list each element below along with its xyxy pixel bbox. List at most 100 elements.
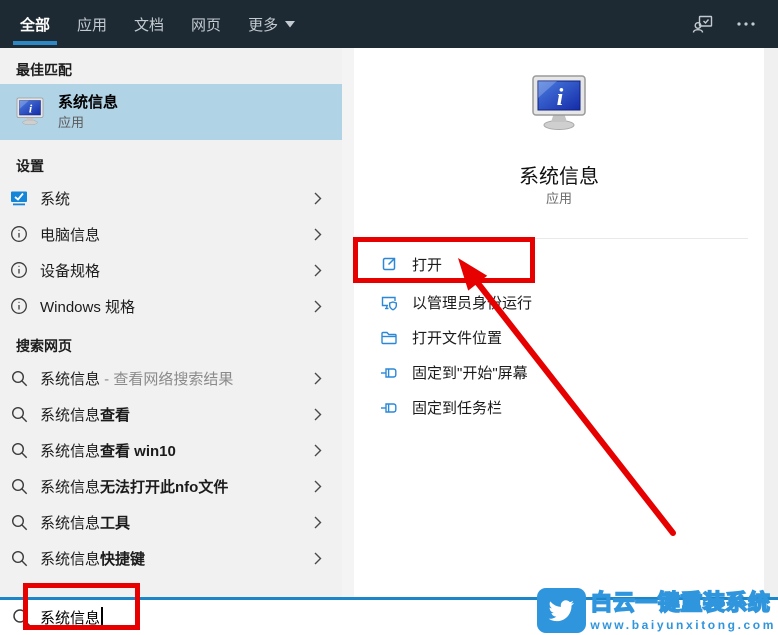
tab-more-label: 更多 <box>248 14 278 35</box>
tab-apps-label: 应用 <box>77 14 107 35</box>
suggestion-suffix: 查看 win10 <box>100 443 176 460</box>
suggestion-suffix: 查看 <box>100 407 130 424</box>
preview-app-subtitle: 应用 <box>354 188 764 204</box>
action-run-as-admin[interactable]: 以管理员身份运行 <box>354 285 764 320</box>
settings-result-label: Windows 规格 <box>40 296 314 317</box>
chevron-right-icon <box>314 480 322 493</box>
results-panel: 最佳匹配 i <box>0 48 342 597</box>
preview-app-title: 系统信息 <box>354 160 764 186</box>
watermark-url: www.baiyunxitong.com <box>590 618 776 632</box>
info-circle-icon <box>10 225 28 243</box>
tab-web[interactable]: 网页 <box>191 0 221 48</box>
settings-result-windows-spec[interactable]: Windows 规格 <box>0 288 342 324</box>
windows-search-flyout: 全部 应用 文档 网页 更多 <box>0 0 778 635</box>
tab-documents[interactable]: 文档 <box>134 0 164 48</box>
search-icon <box>12 608 31 627</box>
tab-web-label: 网页 <box>191 14 221 35</box>
action-label: 固定到任务栏 <box>412 397 502 418</box>
chevron-right-icon <box>314 300 322 313</box>
settings-header: 设置 <box>0 140 342 180</box>
context-actions: 打开 以管理员身份运行 <box>354 239 764 425</box>
system-settings-icon <box>10 189 28 207</box>
tab-more[interactable]: 更多 <box>248 0 295 48</box>
watermark: 白云一键重装系统 www.baiyunxitong.com <box>537 588 776 633</box>
pin-icon <box>380 364 398 382</box>
suggestion-suffix: 快捷键 <box>100 551 145 568</box>
best-match-subtitle: 应用 <box>58 114 118 131</box>
settings-result-pc-info[interactable]: 电脑信息 <box>0 216 342 252</box>
best-match-result-system-info[interactable]: i 系统信息 应用 <box>0 84 342 140</box>
query-text: 系统信息 <box>40 371 100 388</box>
search-icon <box>10 549 28 567</box>
query-text: 系统信息 <box>40 479 100 496</box>
info-circle-icon <box>10 261 28 279</box>
feedback-icon[interactable] <box>692 13 714 35</box>
query-text: 系统信息 <box>40 515 100 532</box>
search-icon <box>10 477 28 495</box>
tab-apps[interactable]: 应用 <box>77 0 107 48</box>
folder-location-icon <box>380 329 398 347</box>
web-search-result[interactable]: 系统信息无法打开此nfo文件 <box>0 468 342 504</box>
action-label: 以管理员身份运行 <box>412 292 532 313</box>
chevron-right-icon <box>314 552 322 565</box>
info-circle-icon <box>10 297 28 315</box>
settings-result-device-spec[interactable]: 设备规格 <box>0 252 342 288</box>
web-search-result[interactable]: 系统信息工具 <box>0 504 342 540</box>
chevron-right-icon <box>314 228 322 241</box>
svg-text:i: i <box>557 85 564 111</box>
action-open-file-location[interactable]: 打开文件位置 <box>354 320 764 355</box>
chevron-right-icon <box>314 192 322 205</box>
action-pin-to-taskbar[interactable]: 固定到任务栏 <box>354 390 764 425</box>
run-as-admin-icon <box>380 294 398 312</box>
best-match-header: 最佳匹配 <box>0 48 342 84</box>
query-text: 系统信息 <box>40 443 100 460</box>
settings-result-system[interactable]: 系统 <box>0 180 342 216</box>
best-match-title: 系统信息 <box>58 93 118 112</box>
web-search-result[interactable]: 系统信息 - 查看网络搜索结果 <box>0 360 342 396</box>
web-search-result[interactable]: 系统信息快捷键 <box>0 540 342 576</box>
suggestion-suffix: 无法打开此nfo文件 <box>100 479 228 496</box>
action-open[interactable]: 打开 <box>354 243 764 285</box>
tab-all[interactable]: 全部 <box>20 0 50 48</box>
tab-all-label: 全部 <box>20 14 50 35</box>
system-info-app-icon: i <box>527 72 591 136</box>
search-results-area: 最佳匹配 i <box>0 48 778 597</box>
panel-divider <box>342 48 354 597</box>
search-icon <box>10 441 28 459</box>
settings-result-label: 设备规格 <box>40 260 314 281</box>
search-icon <box>10 513 28 531</box>
chevron-down-icon <box>285 21 295 28</box>
query-text: 系统信息 <box>40 407 100 424</box>
topbar-right-icons <box>692 0 778 48</box>
settings-result-label: 系统 <box>40 188 314 209</box>
preview-panel: i 系统信息 应用 打开 <box>354 48 778 597</box>
scrollbar-track[interactable] <box>764 48 778 597</box>
action-label: 打开文件位置 <box>412 327 502 348</box>
chevron-right-icon <box>314 264 322 277</box>
search-icon <box>10 369 28 387</box>
suggestion-suffix: 工具 <box>100 515 130 532</box>
suggestion-suffix: - 查看网络搜索结果 <box>100 371 233 388</box>
launch-icon <box>380 255 398 273</box>
ellipsis-icon[interactable] <box>736 21 756 27</box>
watermark-title: 白云一键重装系统 <box>590 588 776 618</box>
web-search-result[interactable]: 系统信息查看 win10 <box>0 432 342 468</box>
chevron-right-icon <box>314 372 322 385</box>
system-info-app-icon: i <box>14 96 46 128</box>
pin-icon <box>380 399 398 417</box>
chevron-right-icon <box>314 444 322 457</box>
action-pin-to-start[interactable]: 固定到"开始"屏幕 <box>354 355 764 390</box>
action-label: 固定到"开始"屏幕 <box>412 362 528 383</box>
settings-result-label: 电脑信息 <box>40 224 314 245</box>
search-icon <box>10 405 28 423</box>
chevron-right-icon <box>314 516 322 529</box>
search-input-value[interactable]: 系统信息 <box>40 607 100 628</box>
query-text: 系统信息 <box>40 551 100 568</box>
web-search-result[interactable]: 系统信息查看 <box>0 396 342 432</box>
chevron-right-icon <box>314 408 322 421</box>
text-cursor <box>101 607 103 629</box>
tab-documents-label: 文档 <box>134 14 164 35</box>
bird-logo-icon <box>537 588 586 633</box>
search-filter-bar: 全部 应用 文档 网页 更多 <box>0 0 778 48</box>
web-search-header: 搜索网页 <box>0 324 342 360</box>
